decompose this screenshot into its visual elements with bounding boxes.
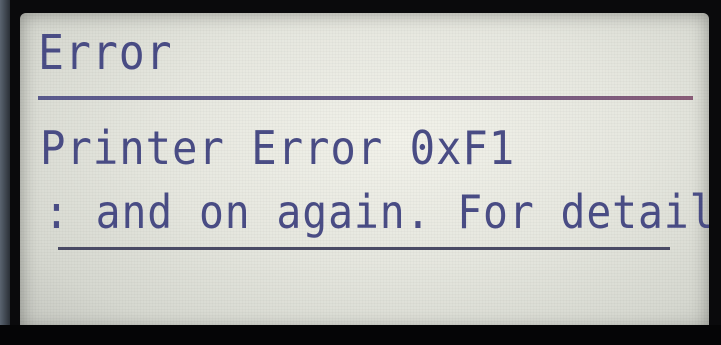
device-edge xyxy=(0,0,10,345)
message-underline xyxy=(58,247,670,250)
device-bottom-bezel xyxy=(0,325,721,345)
error-message-line-1: Printer Error 0xF1 xyxy=(40,121,516,175)
error-message-line-2: : and on again. For details xyxy=(44,185,709,239)
lcd-screen: Error Printer Error 0xF1 : and on again.… xyxy=(20,13,709,331)
screen-title: Error xyxy=(38,25,173,81)
device-bezel: Error Printer Error 0xF1 : and on again.… xyxy=(0,0,721,345)
title-divider xyxy=(38,96,693,100)
